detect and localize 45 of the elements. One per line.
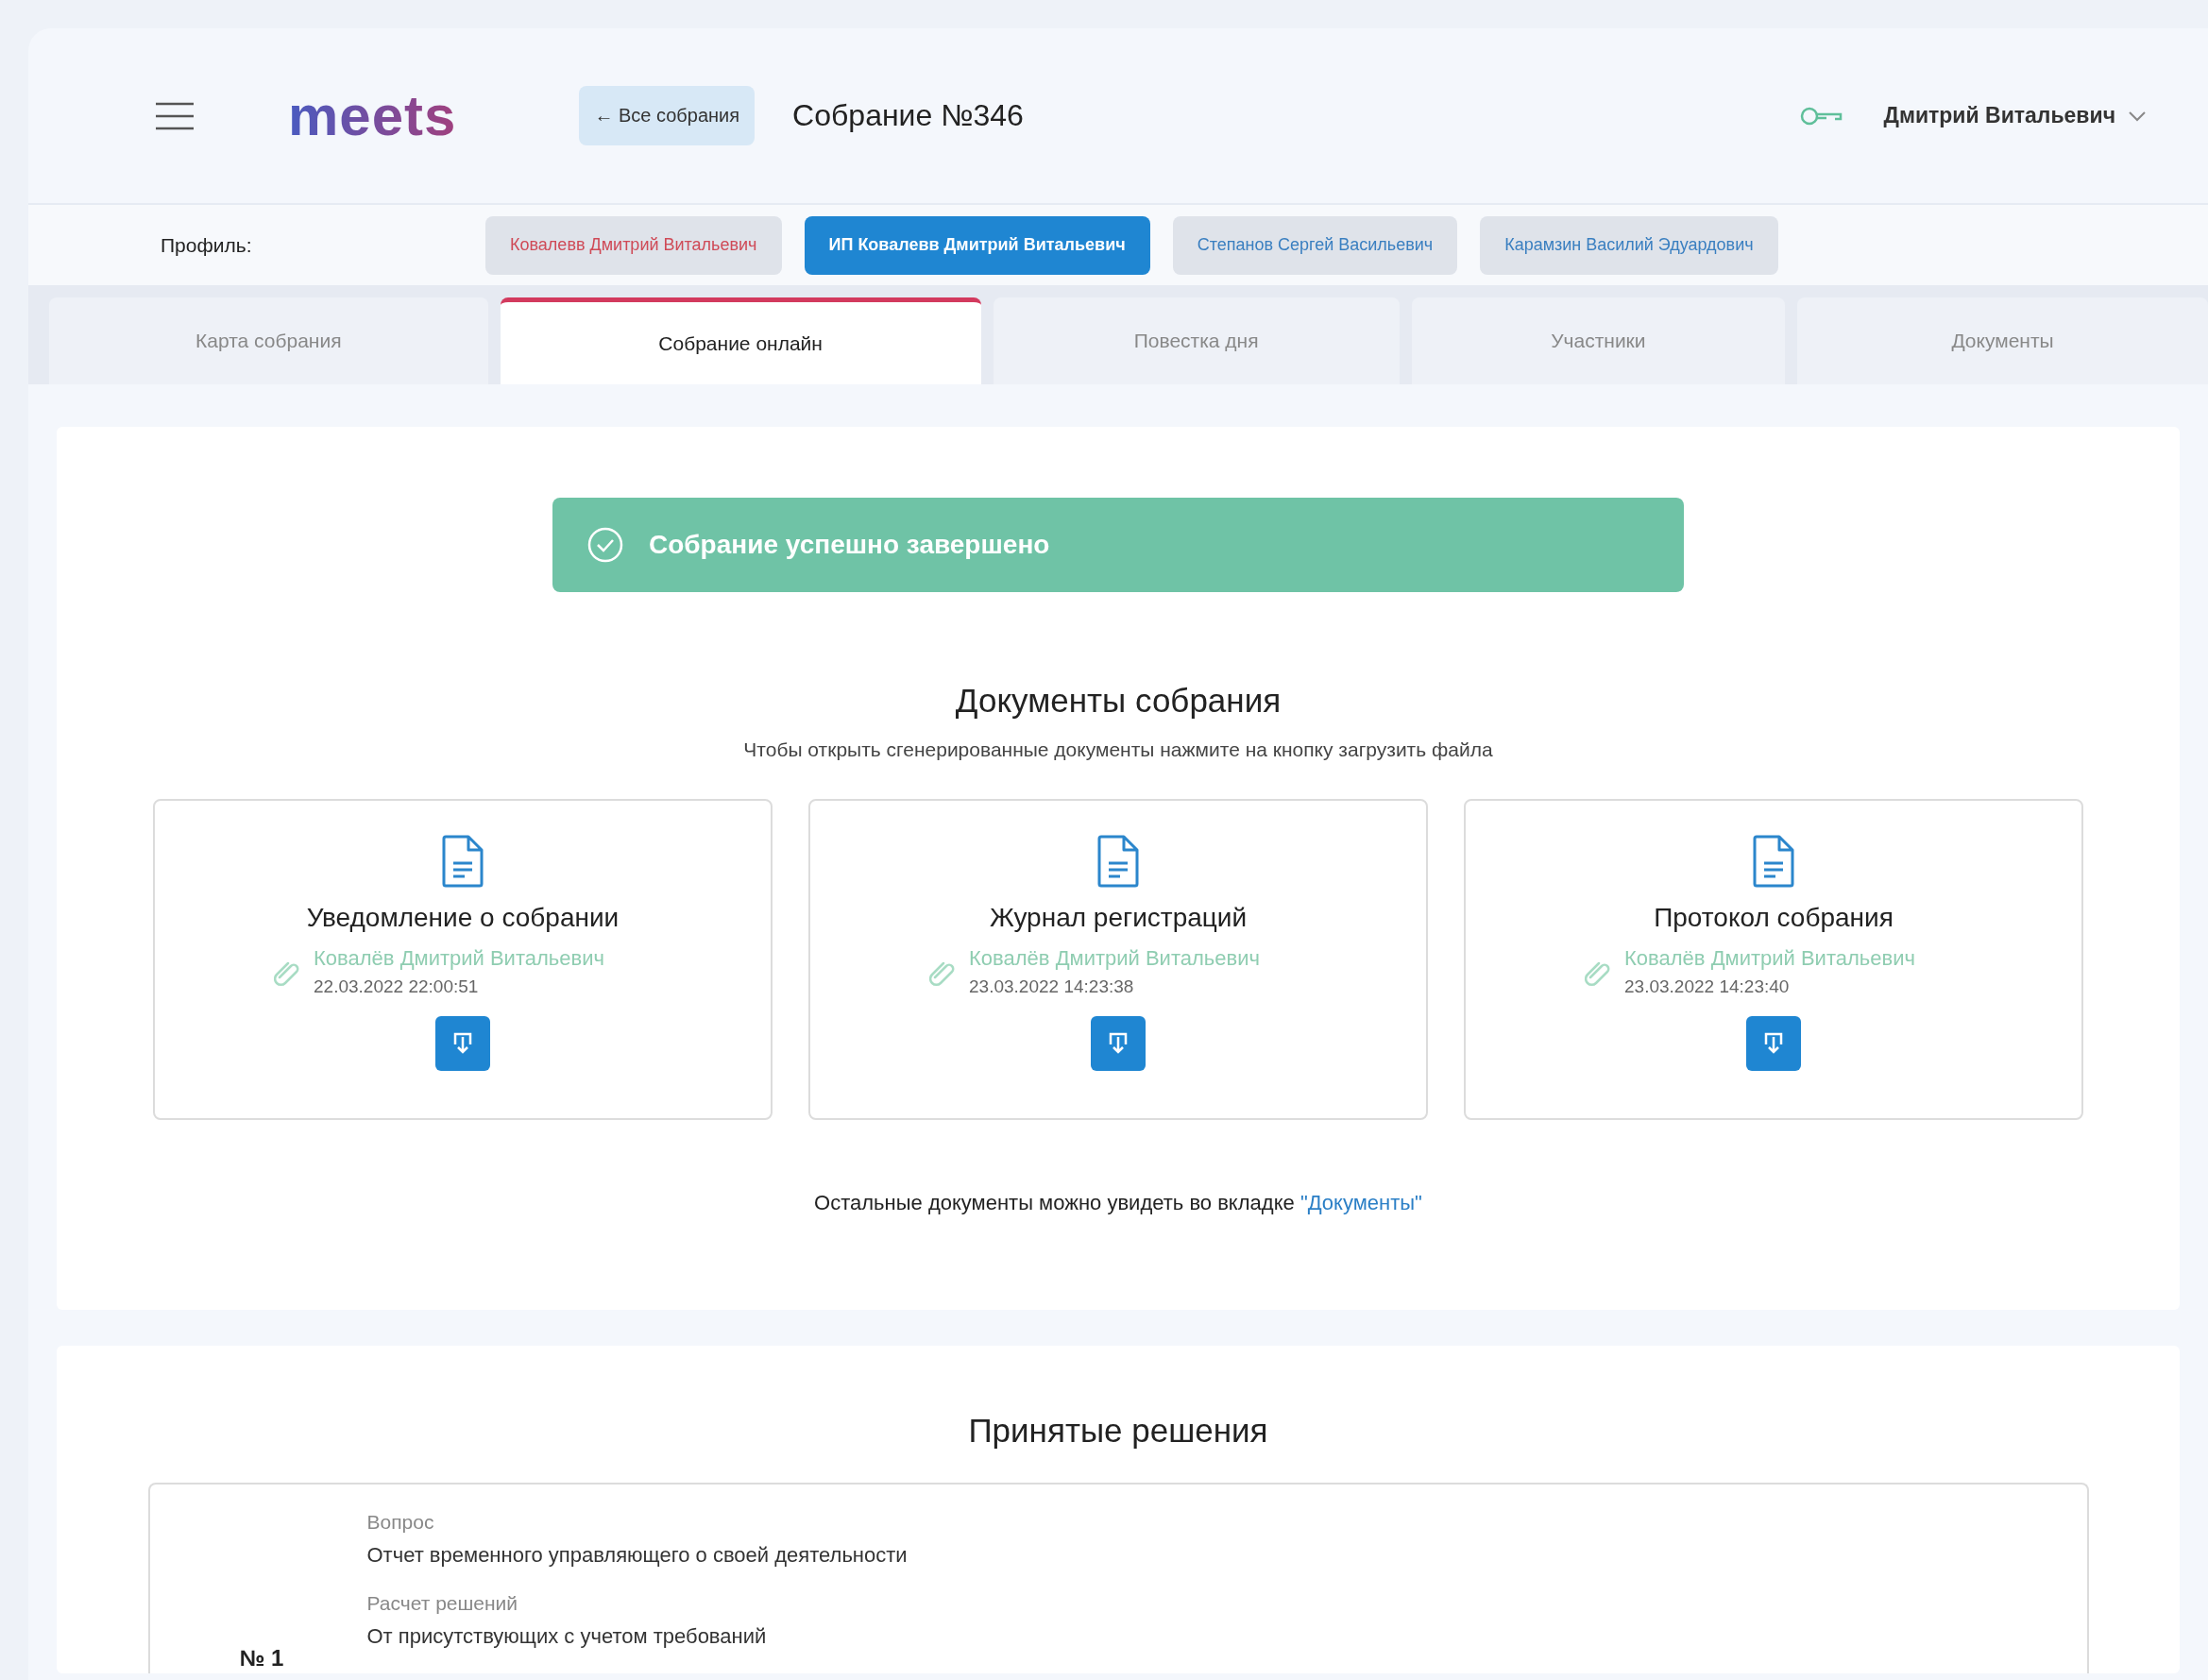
section-title: Принятые решения [968, 1412, 1268, 1450]
check-circle-icon [586, 526, 624, 564]
field-label: Расчет решений [366, 1592, 519, 1615]
document-date: 23.03.2022 14:23:40 [1624, 976, 1791, 997]
profile-chip[interactable]: Степанов Сергей Васильевич [1172, 215, 1458, 275]
tab[interactable]: Участники [1411, 297, 1786, 384]
document-title: Журнал регистраций [989, 903, 1248, 933]
profile-chip[interactable]: ИП Ковалевв Дмитрий Витальевич [804, 215, 1150, 275]
download-button[interactable] [435, 1016, 490, 1071]
documents-link[interactable]: "Документы" [1299, 1191, 1422, 1214]
document-date: 22.03.2022 22:00:51 [314, 976, 480, 997]
document-icon [442, 835, 484, 888]
menu-icon[interactable] [156, 101, 194, 130]
tab[interactable]: Повестка дня [993, 297, 1400, 384]
author-name: Ковалёв Дмитрий Витальевич [1624, 946, 1915, 971]
profile-label: Профиль: [160, 233, 253, 257]
profile-chip[interactable]: Карамзин Василий Эдуардович [1480, 215, 1778, 275]
section-title: Документы собрания [955, 682, 1282, 720]
meeting-title: Собрание №346 [792, 98, 1025, 133]
back-button[interactable]: ← Все собрания [579, 86, 756, 145]
tab[interactable]: Собрание онлайн [500, 297, 981, 384]
tab[interactable]: Документы [1797, 297, 2208, 384]
download-button[interactable] [1746, 1016, 1801, 1071]
decision-number: № 1 [239, 1645, 285, 1672]
download-icon [452, 1031, 473, 1056]
field-value: Отчет временного управляющего о своей деятельности [366, 1543, 908, 1568]
user-menu[interactable]: Дмитрий Витальевич [1877, 102, 2151, 129]
document-icon [1753, 835, 1794, 888]
document-date: 23.03.2022 14:23:38 [969, 976, 1135, 997]
hint-text: Чтобы открыть сгенерированные документы нажмите на кнопку загрузить файла [743, 738, 1493, 761]
field-label: Вопрос [366, 1511, 435, 1534]
document-icon [1097, 835, 1139, 888]
download-icon [1108, 1031, 1129, 1056]
download-button[interactable] [1091, 1016, 1146, 1071]
author-name: Ковалёв Дмитрий Витальевич [969, 946, 1260, 971]
download-icon [1763, 1031, 1784, 1056]
field-value: От присутствующих с учетом требований [366, 1624, 768, 1649]
banner-text: Собрание успешно завершено [649, 530, 1050, 560]
footer-text: Остальные документы можно увидеть во вкладке "Документы" [814, 1191, 1422, 1215]
document-title: Уведомление о собрании [306, 903, 620, 933]
profile-chip[interactable]: Ковалевв Дмитрий Витальевич [485, 215, 782, 275]
tab[interactable]: Карта собрания [49, 297, 488, 384]
document-title: Протокол собрания [1654, 903, 1894, 933]
chevron-down-icon [2129, 110, 2146, 122]
author-name: Ковалёв Дмитрий Витальевич [314, 946, 604, 971]
